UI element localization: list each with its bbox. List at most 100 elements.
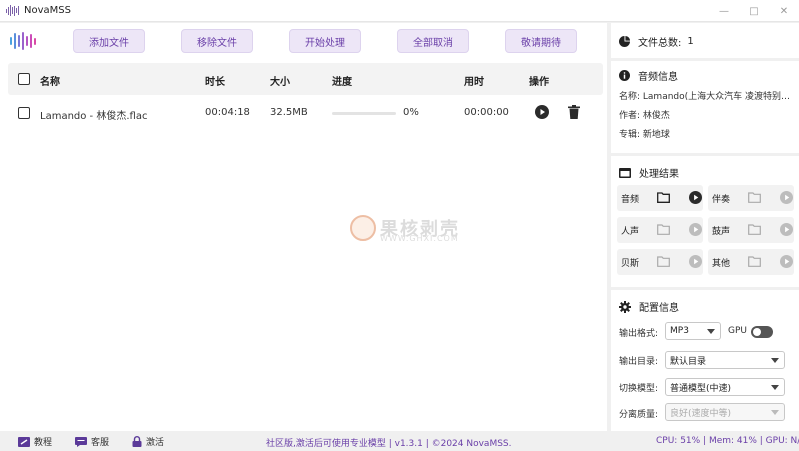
progress-percent: 0%	[403, 107, 419, 118]
file-name: Lamando - 林俊杰.flac	[40, 111, 148, 122]
play-icon[interactable]	[780, 223, 793, 236]
result-drums: 鼓声	[708, 217, 794, 243]
audio-info-header: 音频信息	[619, 68, 678, 83]
results-title: 处理结果	[639, 169, 679, 180]
results-header: 处理结果	[619, 165, 679, 180]
support-link[interactable]: 客服	[75, 435, 109, 448]
cancel-all-button[interactable]: 全部取消	[397, 29, 469, 53]
window-title: NovaMSS	[24, 5, 71, 16]
activate-label: 激活	[146, 438, 165, 448]
start-processing-button[interactable]: 开始处理	[289, 29, 361, 53]
results-icon	[619, 167, 631, 178]
output-dir-select[interactable]: 默认目录	[665, 351, 785, 369]
config-card: 配置信息 输出格式: MP3 GPU 输出目录: 默认目录 切换模型: 普通模型…	[611, 290, 799, 431]
app-logo-icon	[6, 5, 20, 17]
maximize-button[interactable]: □	[739, 0, 769, 22]
title-bar: NovaMSS — □ ✕	[0, 0, 799, 22]
column-header-elapsed: 用时	[464, 77, 484, 88]
play-icon[interactable]	[689, 255, 702, 268]
file-count-card: 文件总数: 1	[611, 23, 799, 58]
gpu-label: GPU	[728, 326, 747, 336]
close-button[interactable]: ✕	[769, 0, 799, 22]
info-icon	[619, 70, 630, 81]
gpu-toggle[interactable]	[751, 326, 773, 338]
file-size: 32.5MB	[270, 107, 308, 118]
add-files-button[interactable]: 添加文件	[73, 29, 145, 53]
audio-name: 名称: Lamando(上海大众汽车 凌渡特别…	[619, 92, 791, 102]
play-icon[interactable]	[780, 191, 793, 204]
output-format-label: 输出格式:	[619, 329, 659, 339]
column-header-name: 名称	[40, 77, 60, 88]
footer-notice: 社区版,激活后可使用专业模型 | v1.3.1 | ©2024 NovaMSS.	[266, 439, 512, 449]
model-value: 普通模型(中速)	[670, 383, 732, 394]
config-title: 配置信息	[639, 303, 679, 314]
table-header: 名称 时长 大小 进度 用时 操作	[8, 63, 603, 95]
activate-link[interactable]: 激活	[132, 435, 164, 448]
play-icon[interactable]	[689, 223, 702, 236]
system-stats: CPU: 51% | Mem: 41% | GPU: N/	[656, 436, 799, 446]
column-header-size: 大小	[270, 77, 290, 88]
file-panel: 添加文件 移除文件 开始处理 全部取消 敬请期待 名称 时长 大小 进度 用时 …	[0, 23, 607, 431]
folder-icon[interactable]	[657, 192, 670, 203]
result-label: 音频	[621, 195, 640, 205]
file-count-value: 1	[687, 36, 694, 47]
watermark-logo-icon	[350, 215, 376, 241]
result-label: 贝斯	[621, 259, 640, 269]
play-icon[interactable]	[535, 105, 549, 119]
folder-icon[interactable]	[748, 192, 761, 203]
play-icon[interactable]	[689, 191, 702, 204]
output-format-value: MP3	[670, 326, 689, 336]
folder-icon[interactable]	[748, 256, 761, 267]
chat-icon	[75, 436, 87, 447]
result-bass: 贝斯	[617, 249, 703, 275]
quality-label: 分离质量:	[619, 410, 659, 420]
result-audio: 音频	[617, 185, 703, 211]
minimize-button[interactable]: —	[709, 0, 739, 22]
tutorial-link[interactable]: 教程	[18, 435, 52, 448]
chevron-down-icon	[771, 385, 779, 390]
row-checkbox[interactable]	[18, 107, 30, 119]
output-dir-value: 默认目录	[670, 356, 707, 367]
folder-icon[interactable]	[748, 224, 761, 235]
file-duration: 00:04:18	[205, 107, 250, 118]
quality-select[interactable]: 良好(速度中等)	[665, 403, 785, 421]
results-card: 处理结果 音频 伴奏 人声 鼓声 贝斯 其他	[611, 156, 799, 287]
remove-files-button[interactable]: 移除文件	[181, 29, 253, 53]
watermark-url: WWW.GHXI.COM	[380, 234, 459, 243]
chevron-down-icon	[707, 329, 715, 334]
audio-info-card: 音频信息 名称: Lamando(上海大众汽车 凌渡特别… 作者: 林俊杰 专辑…	[611, 61, 799, 153]
audio-info-title: 音频信息	[638, 72, 678, 83]
tutorial-label: 教程	[34, 438, 53, 448]
config-header: 配置信息	[619, 299, 679, 314]
file-count-row: 文件总数: 1	[619, 34, 694, 49]
result-vocals: 人声	[617, 217, 703, 243]
result-label: 伴奏	[712, 195, 731, 205]
waveform-logo-icon	[10, 31, 40, 51]
tutorial-icon	[18, 436, 30, 447]
result-label: 鼓声	[712, 227, 731, 237]
status-bar: 教程 客服 激活 社区版,激活后可使用专业模型 | v1.3.1 | ©2024…	[0, 432, 799, 451]
model-label: 切换模型:	[619, 384, 659, 394]
output-format-select[interactable]: MP3	[665, 322, 721, 340]
result-label: 其他	[712, 259, 731, 269]
model-select[interactable]: 普通模型(中速)	[665, 378, 785, 396]
play-icon[interactable]	[780, 255, 793, 268]
gear-icon	[619, 300, 631, 313]
file-elapsed: 00:00:00	[464, 107, 509, 118]
folder-icon[interactable]	[657, 256, 670, 267]
progress-bar	[332, 112, 396, 115]
table-row: Lamando - 林俊杰.flac 00:04:18 32.5MB 0% 00…	[8, 99, 603, 127]
folder-icon[interactable]	[657, 224, 670, 235]
delete-icon[interactable]	[568, 105, 580, 119]
lock-icon	[132, 436, 142, 447]
audio-album: 专辑: 新地球	[619, 130, 670, 140]
result-accompaniment: 伴奏	[708, 185, 794, 211]
chevron-down-icon	[771, 410, 779, 415]
quality-value: 良好(速度中等)	[670, 408, 732, 419]
stay-tuned-button[interactable]: 敬请期待	[505, 29, 577, 53]
pie-chart-icon	[619, 36, 630, 47]
file-count-label: 文件总数:	[638, 38, 682, 49]
select-all-checkbox[interactable]	[18, 73, 30, 85]
support-label: 客服	[91, 438, 110, 448]
result-other: 其他	[708, 249, 794, 275]
